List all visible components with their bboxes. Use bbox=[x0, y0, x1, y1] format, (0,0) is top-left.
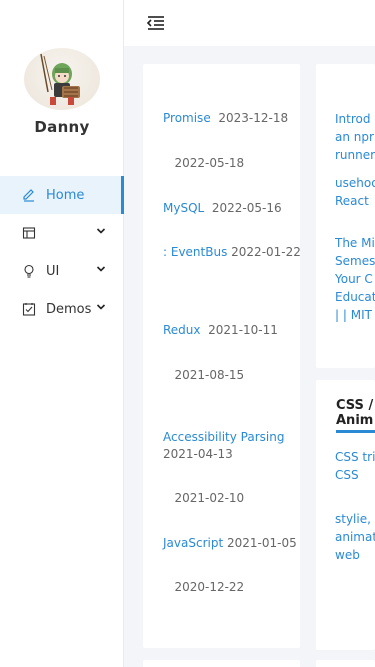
post-title: : EventBus bbox=[163, 245, 228, 259]
next-card bbox=[316, 660, 375, 667]
post-item[interactable]: 2021-02-10 bbox=[163, 490, 313, 507]
card-title: CSS / Anim bbox=[336, 398, 375, 433]
post-date: 2023-12-18 bbox=[218, 111, 289, 125]
chevron-down-icon bbox=[96, 304, 106, 310]
nav-label-demos: Demos bbox=[46, 301, 92, 317]
post-date: 2022-05-18 bbox=[174, 156, 245, 170]
sidebar-nav: Home UI Demos bbox=[0, 176, 124, 328]
recent-posts-card: Promise 2023-12-18 2022-05-18 MySQL 2022… bbox=[143, 64, 301, 648]
chevron-down-icon bbox=[96, 266, 106, 272]
nav-item-home[interactable]: Home bbox=[0, 176, 124, 214]
link-item[interactable]: usehoo React bbox=[335, 174, 375, 210]
nav-item-layout[interactable] bbox=[0, 214, 124, 252]
post-item[interactable]: 2021-08-15 bbox=[163, 367, 313, 384]
post-date: 2021-08-15 bbox=[174, 368, 245, 382]
post-item[interactable]: Redux 2021-10-11 bbox=[163, 322, 313, 339]
post-item[interactable]: 2022-05-18 bbox=[163, 155, 313, 172]
post-title: MySQL bbox=[163, 201, 205, 215]
checklist-icon bbox=[22, 303, 36, 316]
link-item[interactable]: CSS tri CSS bbox=[335, 448, 375, 484]
post-date: 2020-12-22 bbox=[174, 580, 245, 594]
post-item[interactable]: Promise 2023-12-18 bbox=[163, 110, 313, 127]
avatar[interactable] bbox=[24, 48, 100, 110]
post-date: 2021-04-13 bbox=[163, 447, 233, 461]
avatar-illustration bbox=[40, 53, 80, 105]
nav-item-ui[interactable]: UI bbox=[0, 252, 124, 290]
bulb-icon bbox=[24, 264, 34, 278]
post-item[interactable]: 2020-12-22 bbox=[163, 579, 313, 596]
main-content: Promise 2023-12-18 2022-05-18 MySQL 2022… bbox=[124, 46, 375, 667]
links-card: Introd an npr runner usehoo React The Mi… bbox=[316, 64, 375, 368]
edit-icon bbox=[23, 189, 34, 202]
user-name: Danny bbox=[34, 118, 90, 136]
css-animation-card: CSS / Anim CSS tri CSS stylie, animat we… bbox=[316, 380, 375, 650]
link-item[interactable]: stylie, animat web bbox=[335, 510, 375, 564]
post-date: 2022-01-22 bbox=[231, 245, 301, 259]
post-title: Redux bbox=[163, 323, 201, 337]
post-item[interactable]: MySQL 2022-05-16 bbox=[163, 200, 313, 217]
post-date: 2021-10-11 bbox=[208, 323, 278, 337]
top-header bbox=[124, 0, 375, 46]
link-item[interactable]: The Mi Semes Your C Educat | | MIT bbox=[335, 234, 375, 324]
next-card bbox=[143, 660, 300, 667]
menu-fold-icon[interactable] bbox=[146, 14, 166, 32]
nav-label-ui: UI bbox=[46, 263, 60, 279]
nav-item-demos[interactable]: Demos bbox=[0, 290, 124, 328]
post-item[interactable]: Accessibility Parsing 2021-04-13 bbox=[163, 429, 313, 463]
nav-label-home: Home bbox=[46, 187, 85, 203]
sidebar: Danny Home UI Demos bbox=[0, 0, 124, 667]
post-date: 2021-01-05 bbox=[226, 536, 297, 550]
chevron-down-icon bbox=[96, 228, 106, 234]
post-date: 2022-05-16 bbox=[211, 201, 282, 215]
post-title: Promise bbox=[163, 111, 211, 125]
post-item[interactable]: JavaScript 2021-01-05 bbox=[163, 535, 313, 552]
post-date: 2021-02-10 bbox=[174, 491, 245, 505]
layout-icon bbox=[22, 227, 36, 239]
post-title: Accessibility Parsing bbox=[163, 430, 285, 444]
post-title: JavaScript bbox=[163, 536, 224, 550]
link-item[interactable]: Introd an npr runner bbox=[335, 110, 375, 164]
post-item[interactable]: : EventBus 2022-01-22 bbox=[163, 244, 313, 261]
